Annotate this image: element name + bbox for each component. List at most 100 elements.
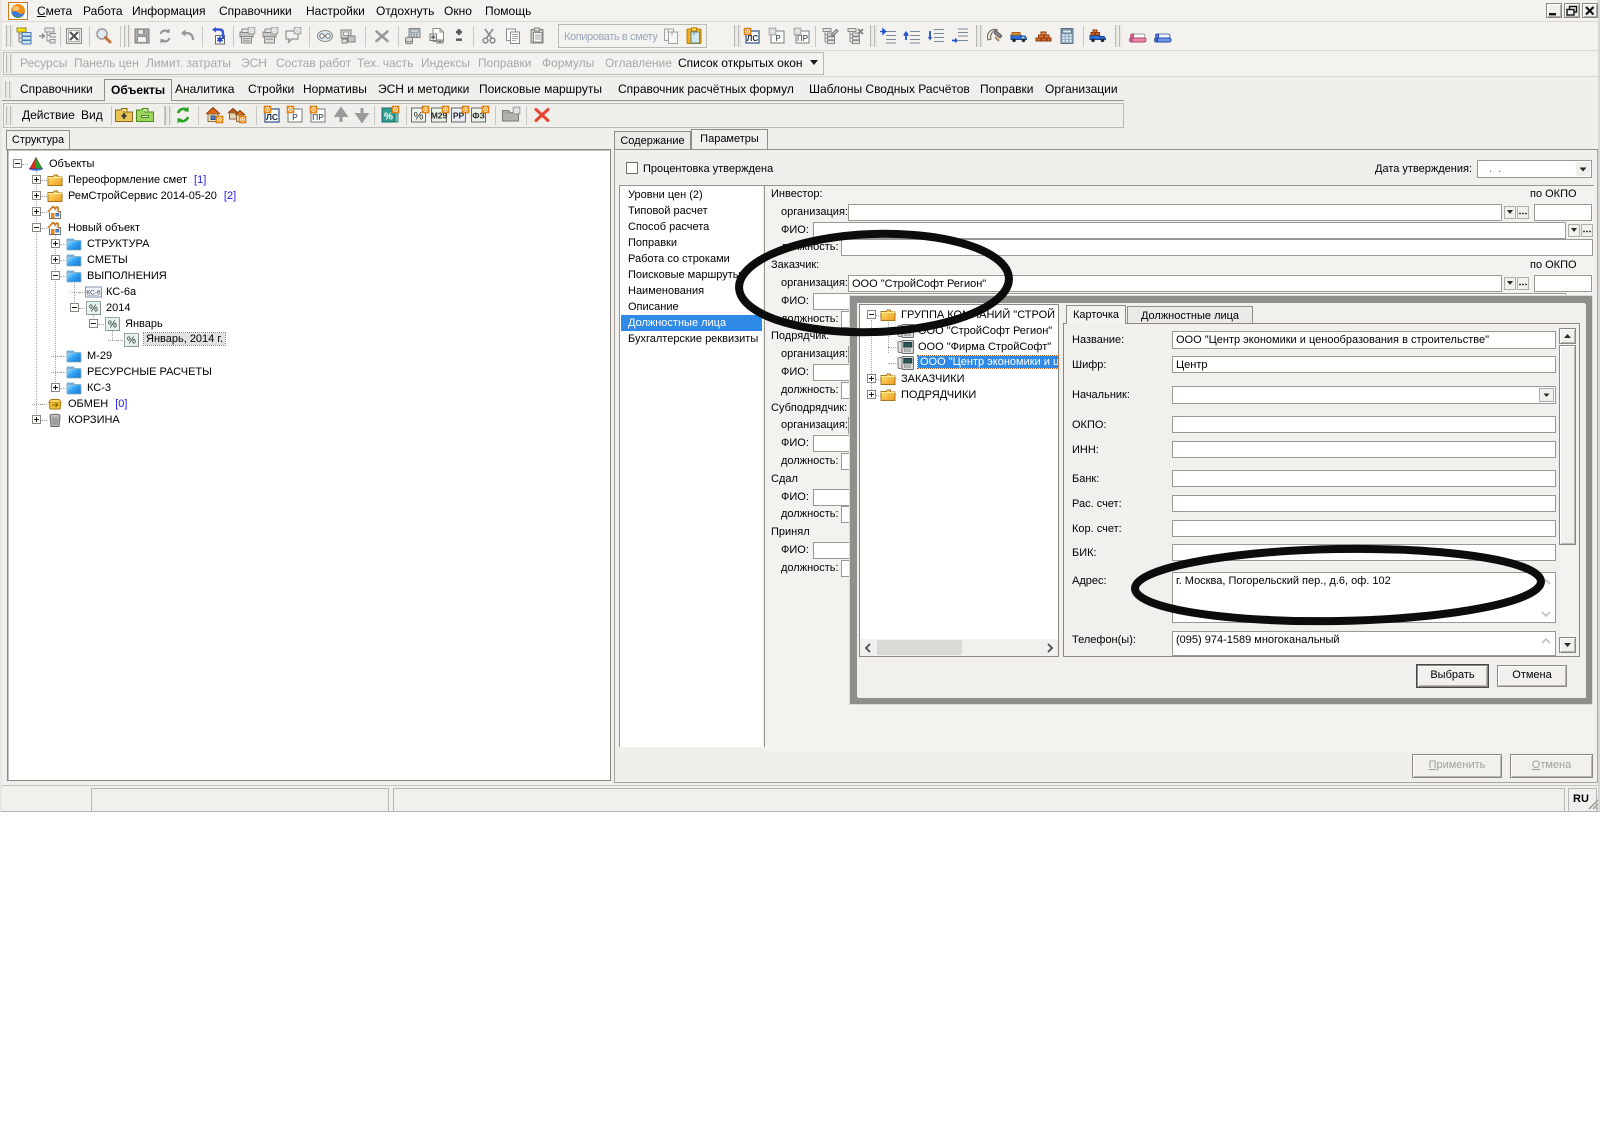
print-settings-alt-icon[interactable]	[261, 27, 279, 45]
doc-r2-icon[interactable]: Р	[286, 105, 304, 123]
section-item-9[interactable]: Должностные лица	[621, 315, 762, 331]
truck-bricks-icon[interactable]	[1089, 27, 1107, 45]
tree-delete-icon[interactable]	[846, 27, 864, 45]
tree-item-13[interactable]: М-29	[8, 348, 610, 364]
context-button-8[interactable]: Поправки	[478, 56, 531, 70]
cut-icon[interactable]	[480, 27, 498, 45]
context-button-10[interactable]: Оглавление	[605, 56, 672, 70]
dialog-combo-dropdown[interactable]	[1539, 388, 1554, 402]
doc-ls2-icon[interactable]: ЛС	[263, 105, 281, 123]
tree-item-17[interactable]: КОРЗИНА	[8, 412, 610, 428]
tab-аналитика[interactable]: Аналитика	[175, 81, 234, 99]
tree-structure-icon[interactable]	[16, 27, 34, 45]
field-more-button[interactable]	[1581, 224, 1593, 237]
percent-teal-icon[interactable]: %	[380, 105, 398, 123]
books-pink-icon[interactable]	[1129, 27, 1147, 45]
dialog-field-Адрес[interactable]: г. Москва, Погорельский пер., д.6, оф. 1…	[1172, 572, 1556, 623]
paste-icon[interactable]	[528, 27, 546, 45]
section-item-10[interactable]: Бухгалтерские реквизиты	[621, 331, 762, 347]
context-button-9[interactable]: Формулы	[542, 56, 594, 70]
expand-icon[interactable]	[32, 191, 41, 200]
dialog-select-button[interactable]: Выбрать	[1417, 665, 1488, 687]
dialog-tree-item-5[interactable]: ЗАКАЗЧИКИ	[860, 371, 1058, 387]
context-button-1[interactable]: Ресурсы	[20, 56, 67, 70]
dialog-vertical-scrollbar[interactable]	[1560, 328, 1577, 653]
dialog-field-Название[interactable]: ООО "Центр экономики и ценообразования в…	[1172, 331, 1556, 349]
scroll-left-icon[interactable]	[862, 641, 874, 653]
context-button-6[interactable]: Тех. часть	[357, 56, 413, 70]
tab-эсн-и-методики[interactable]: ЭСН и методики	[378, 81, 469, 99]
window-close-button[interactable]	[1582, 3, 1598, 18]
tab-справочник-расчётных-формул[interactable]: Справочник расчётных формул	[618, 81, 794, 99]
tree-item-16[interactable]: ОБМЕН[0]	[8, 396, 610, 412]
window-restore-button[interactable]	[1564, 3, 1580, 18]
tree-item-11[interactable]: %Январь	[8, 316, 610, 332]
dialog-field-Шифр[interactable]: Центр	[1172, 356, 1556, 373]
undo-icon[interactable]	[179, 27, 197, 45]
action-menu-2[interactable]: Вид	[81, 108, 103, 122]
tab-parameters[interactable]: Параметры	[691, 129, 768, 150]
expand-icon[interactable]	[32, 415, 41, 424]
dialog-field-Телефоны[interactable]: (095) 974-1589 многоканальный	[1172, 631, 1556, 656]
percent-approved-checkbox[interactable]	[626, 162, 638, 174]
form-field-ФИО[interactable]	[813, 222, 1566, 239]
folder-settings-icon[interactable]	[501, 105, 519, 123]
menu-item-5[interactable]: Настройки	[306, 4, 365, 18]
plus-minus-icon[interactable]	[450, 27, 468, 45]
tree-item-10[interactable]: %2014	[8, 300, 610, 316]
indent-first-icon[interactable]	[879, 27, 897, 45]
bricks-icon[interactable]	[1034, 27, 1052, 45]
scroll-thumb[interactable]	[1559, 345, 1576, 545]
tree-item-8[interactable]: ВЫПОЛНЕНИЯ	[8, 268, 610, 284]
scroll-down-button[interactable]	[1559, 637, 1576, 653]
expand-icon[interactable]	[51, 239, 60, 248]
tab-организации[interactable]: Организации	[1045, 81, 1118, 99]
delete-x-icon[interactable]	[373, 27, 391, 45]
field-dropdown-button[interactable]	[1504, 206, 1516, 219]
collapse-icon[interactable]	[89, 319, 98, 328]
m29-box-icon[interactable]: М29	[430, 105, 448, 123]
dialog-tree-item-3[interactable]: ООО "Фирма СтройСофт"	[860, 339, 1058, 355]
section-item-3[interactable]: Способ расчета	[621, 219, 762, 235]
copy-icon[interactable]	[504, 27, 522, 45]
tree-item-7[interactable]: СМЕТЫ	[8, 252, 610, 268]
dialog-cancel-button[interactable]: Отмена	[1497, 665, 1567, 687]
renumber-icon[interactable]: ✱	[208, 27, 226, 45]
doc-pr2-icon[interactable]: ПР	[309, 105, 327, 123]
tab-contents[interactable]: Содержание	[614, 131, 691, 150]
menu-item-8[interactable]: Помощь	[485, 4, 531, 18]
copy-gray-icon[interactable]	[662, 27, 680, 45]
dialog-field-Начальник[interactable]	[1172, 386, 1556, 404]
tools-icon[interactable]	[985, 27, 1003, 45]
dialog-tree-item-6[interactable]: ПОДРЯДЧИКИ	[860, 387, 1058, 403]
collapse-icon[interactable]	[32, 223, 41, 232]
action-menu-1[interactable]: Действие	[22, 108, 75, 122]
rr-box-icon[interactable]: РР	[450, 105, 468, 123]
folder-minus-icon[interactable]	[135, 105, 153, 123]
section-item-2[interactable]: Типовой расчет	[621, 203, 762, 219]
collapse-icon[interactable]	[13, 159, 22, 168]
context-button-4[interactable]: ЭСН	[241, 56, 267, 70]
blocks-icon[interactable]	[339, 27, 357, 45]
expand-icon[interactable]	[32, 175, 41, 184]
tab-объекты[interactable]: Объекты	[104, 79, 172, 101]
dialog-tree-item-2[interactable]: ООО "СтройСофт Регион"	[860, 323, 1058, 339]
trash-icon-icon[interactable]	[47, 412, 65, 430]
window-minimize-button[interactable]	[1546, 3, 1562, 18]
okpo-field[interactable]	[1534, 275, 1592, 292]
doc-r-icon[interactable]: Р	[768, 27, 786, 45]
expand-icon[interactable]	[867, 374, 876, 383]
save-icon[interactable]	[133, 27, 151, 45]
doc-ls-icon[interactable]: ЛС	[743, 27, 761, 45]
menu-item-2[interactable]: Работа	[83, 4, 123, 18]
scroll-thumb[interactable]	[877, 640, 962, 655]
form-cancel-button[interactable]: Отмена	[1510, 754, 1593, 778]
okpo-field[interactable]	[1534, 204, 1592, 221]
tree-item-1[interactable]: Объекты	[8, 156, 610, 172]
dialog-field-Банк[interactable]	[1172, 470, 1556, 487]
paste-color-icon[interactable]	[685, 27, 703, 45]
houses-settings-icon[interactable]	[227, 105, 245, 123]
dialog-field-БИК[interactable]	[1172, 544, 1556, 561]
field-more-button[interactable]	[1517, 277, 1529, 290]
tree-item-14[interactable]: РЕСУРСНЫЕ РАСЧЕТЫ	[8, 364, 610, 380]
